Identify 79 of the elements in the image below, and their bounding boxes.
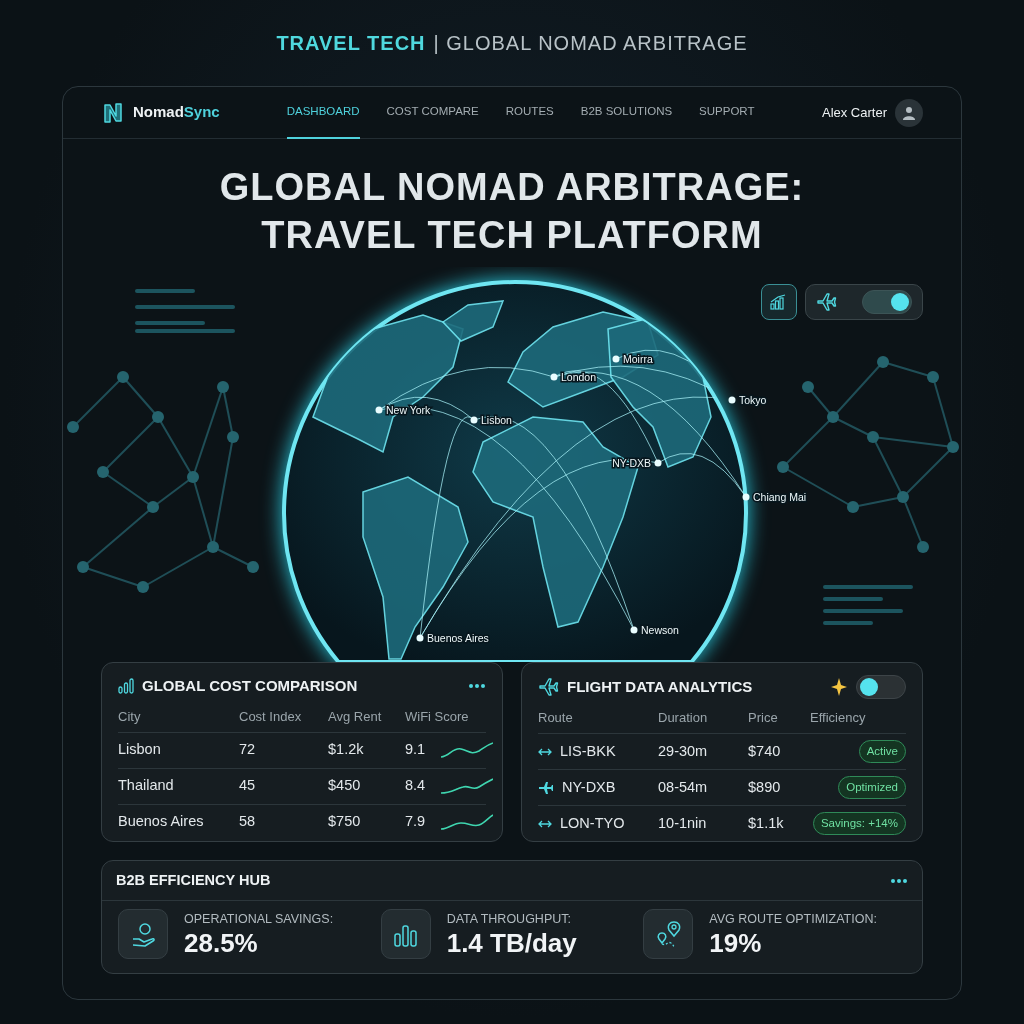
card-title: FLIGHT DATA ANALYTICS: [567, 676, 753, 697]
bar-chart-icon: [770, 294, 788, 310]
column-header: City: [118, 707, 142, 726]
city-label: Lisbon: [481, 414, 512, 426]
double-arrow-icon: [538, 819, 552, 828]
table-cell-text: 7.9: [405, 812, 426, 832]
city-label: Buenos Aires: [427, 632, 489, 644]
table-cell-text: Lisbon: [118, 740, 162, 760]
card-title: GLOBAL COST COMPARISON: [142, 676, 358, 696]
table-cell-text: $1.1k: [748, 813, 785, 833]
table-cell-text: $890: [748, 777, 782, 797]
column-header: Avg Rent: [328, 707, 383, 726]
nav-link[interactable]: ROUTES: [505, 87, 554, 139]
column-header: Route: [538, 709, 574, 728]
table-cell-text: 8.4: [405, 776, 426, 796]
brand-name: NomadSync: [133, 102, 220, 123]
plane-icon: [538, 780, 554, 795]
column-header: WiFi Score: [405, 707, 470, 726]
city-label: New York: [386, 404, 431, 416]
table-cell-text: $1.2k: [328, 740, 365, 760]
table-cell-text: 9.1: [405, 740, 426, 760]
table-cell-text: $450: [328, 776, 362, 796]
table-cell-text: 45: [239, 776, 257, 796]
stat-label: OPERATIONAL SAVINGS:: [184, 910, 334, 928]
city-label: London: [561, 371, 597, 383]
status-pill: Optimized: [838, 775, 906, 800]
nav-link[interactable]: DASHBOARD: [286, 87, 360, 139]
toggle-switch[interactable]: [862, 290, 912, 314]
toggle-switch[interactable]: [856, 675, 906, 699]
user-name: Alex Carter: [821, 103, 887, 122]
sparkline: [441, 813, 494, 831]
city-label: NY-DXB: [612, 457, 651, 469]
stat-value: 19%: [709, 928, 763, 959]
table-cell-text: LON-TYO: [560, 813, 625, 833]
sparkline: [441, 777, 494, 795]
bar-chart-icon: [118, 678, 134, 695]
table-cell-text: NY-DXB: [562, 777, 616, 797]
hero-title: GLOBAL NOMAD ARBITRAGE: TRAVEL TECH PLATFORM: [218, 165, 806, 258]
table-cell-text: 08-54m: [658, 777, 709, 797]
plane-icon: [816, 291, 837, 313]
table-cell-text: Thailand: [118, 776, 175, 796]
avatar[interactable]: [895, 98, 923, 127]
table-cell-text: $740: [748, 741, 782, 761]
nav-link[interactable]: SUPPORT: [699, 87, 755, 139]
city-label: Moirra: [623, 353, 653, 365]
sparkline: [441, 741, 494, 759]
table-cell-text: 10-1nin: [658, 813, 708, 833]
city-label: Tokyo: [739, 394, 767, 406]
map-pin-route-icon: [654, 920, 682, 948]
status-pill: Active: [858, 739, 906, 764]
status-pill: Savings: +14%: [812, 811, 906, 836]
column-header: Price: [748, 709, 779, 728]
stat-label: DATA THROUGHPUT:: [446, 910, 572, 928]
double-arrow-icon: [538, 747, 552, 756]
header-subtitle: | GLOBAL NOMAD ARBITRAGE: [433, 31, 748, 56]
chart-button[interactable]: [761, 284, 797, 320]
column-header: Duration: [658, 709, 709, 728]
column-header: Efficiency: [810, 709, 867, 728]
more-icon[interactable]: [890, 877, 908, 884]
table-cell-text: LIS-BKK: [560, 741, 616, 761]
stat-label: AVG ROUTE OPTIMIZATION:: [709, 910, 877, 928]
table-cell-text: $750: [328, 812, 362, 832]
stat-value: 1.4 TB/day: [446, 928, 577, 959]
table-cell-text: 29-30m: [658, 741, 709, 761]
city-label: Chiang Mai: [753, 491, 807, 503]
table-cell-text: 58: [239, 812, 257, 832]
header-title: TRAVEL TECH: [276, 31, 426, 56]
table-cell-text: Buenos Aires: [118, 812, 205, 832]
nav-link[interactable]: COST COMPARE: [386, 87, 479, 139]
plane-icon: [538, 676, 559, 698]
panel-title: B2B EFFICIENCY HUB: [116, 870, 271, 890]
table-cell-text: 72: [239, 740, 257, 760]
column-header: Cost Index: [239, 707, 303, 726]
stat-value: 28.5%: [184, 928, 259, 959]
nav-link[interactable]: B2B SOLUTIONS: [580, 87, 673, 139]
logo-icon: [101, 100, 125, 125]
user-icon: [902, 105, 916, 120]
city-label: Newson: [641, 624, 679, 636]
more-icon[interactable]: [468, 683, 486, 690]
